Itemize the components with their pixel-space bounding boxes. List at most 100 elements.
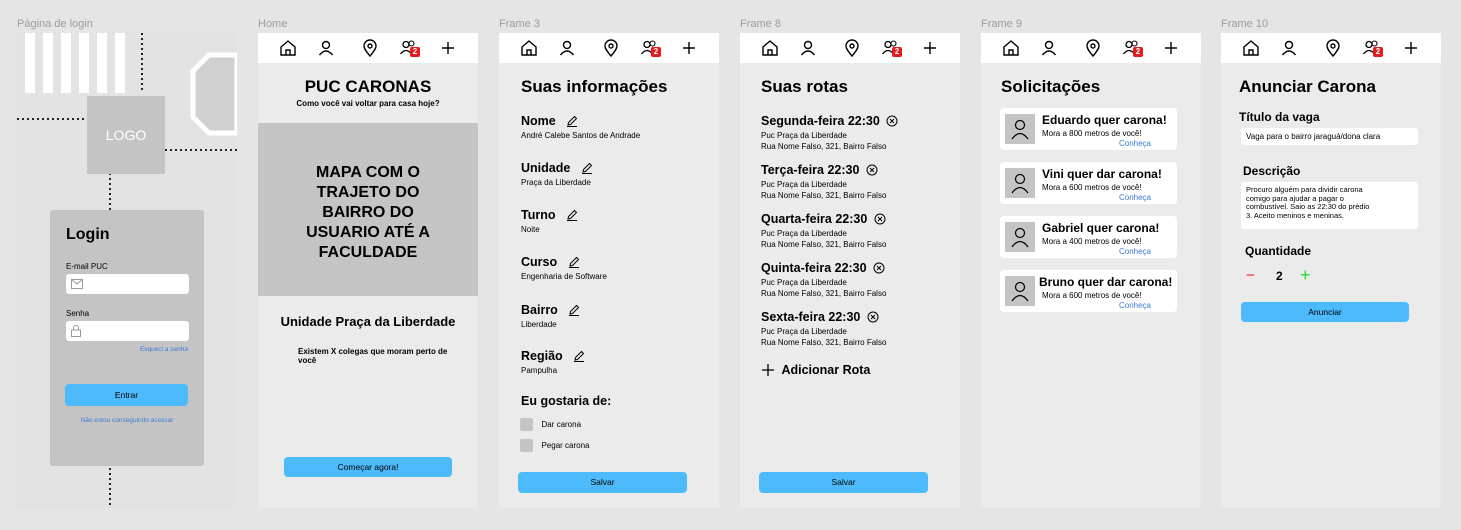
info-field: Unidade Praça da Liberdade	[521, 159, 593, 187]
vaga-input[interactable]: Vaga para o bairro jaraguá/dona clara	[1241, 128, 1418, 145]
user-icon[interactable]	[1039, 38, 1059, 58]
remove-icon[interactable]	[874, 213, 886, 225]
location-icon[interactable]	[601, 38, 621, 58]
user-icon[interactable]	[316, 38, 336, 58]
request-card[interactable]: Bruno quer dar carona! Mora a 600 metros…	[1000, 270, 1177, 312]
frame-label-frame3: Frame 3	[499, 18, 540, 30]
request-link[interactable]: Conheça	[1119, 247, 1151, 256]
remove-icon[interactable]	[886, 115, 898, 127]
user-icon[interactable]	[798, 38, 818, 58]
home-icon[interactable]	[760, 38, 780, 58]
users-icon[interactable]: 2	[1122, 38, 1143, 58]
qty-decrement-button[interactable]: −	[1246, 267, 1255, 284]
announce-frame: 2 Anunciar Carona Título da vaga Vaga pa…	[1221, 33, 1441, 508]
desc-input[interactable]: Procuro alguém para dividir carona comig…	[1241, 182, 1418, 229]
route-day: Segunda-feira 22:30	[761, 113, 880, 128]
user-icon[interactable]	[1279, 38, 1299, 58]
password-field[interactable]	[66, 321, 189, 341]
home-icon[interactable]	[278, 38, 298, 58]
checkbox[interactable]	[520, 418, 533, 432]
remove-icon[interactable]	[873, 262, 885, 274]
plus-icon[interactable]	[1401, 38, 1421, 58]
request-card[interactable]: Eduardo quer carona! Mora a 800 metros d…	[1000, 108, 1177, 150]
frame-label-frame10: Frame 10	[1221, 18, 1269, 30]
checkbox[interactable]	[520, 439, 533, 453]
user-icon	[1011, 227, 1029, 248]
navbar: 2	[258, 33, 478, 63]
users-icon[interactable]: 2	[640, 38, 661, 58]
home-icon[interactable]	[1241, 38, 1261, 58]
location-icon[interactable]	[1083, 38, 1103, 58]
info-field: Nome André Calebe Santos de Andrade	[521, 112, 640, 140]
navbar: 2	[499, 33, 719, 63]
edit-icon[interactable]	[566, 115, 578, 127]
edit-icon[interactable]	[568, 256, 580, 268]
user-icon	[1011, 281, 1029, 302]
request-link[interactable]: Conheça	[1119, 139, 1151, 148]
users-icon[interactable]: 2	[1362, 38, 1383, 58]
location-icon[interactable]	[360, 38, 380, 58]
home-icon[interactable]	[519, 38, 539, 58]
checkbox-row[interactable]: Pegar carona	[520, 437, 589, 455]
edit-icon[interactable]	[581, 162, 593, 174]
save-button[interactable]: Salvar	[759, 472, 928, 493]
forgot-password-link[interactable]: Esqueci a senha	[140, 346, 188, 353]
checkbox-label: Dar carona	[541, 420, 582, 430]
request-name: Vini quer dar carona!	[1042, 167, 1162, 181]
edit-icon[interactable]	[568, 304, 580, 316]
user-icon	[1011, 119, 1029, 140]
checkbox-row[interactable]: Dar carona	[520, 416, 581, 434]
route-origin: Puc Praça da Liberdade	[761, 180, 847, 189]
add-route-button[interactable]: Adicionar Rota	[761, 361, 870, 379]
avatar	[1005, 276, 1035, 306]
users-icon[interactable]: 2	[881, 38, 902, 58]
remove-icon[interactable]	[866, 164, 878, 176]
qty-increment-button[interactable]: +	[1300, 265, 1311, 286]
request-distance: Mora a 600 metros de você!	[1042, 183, 1142, 192]
info-field: Curso Engenharia de Software	[521, 253, 607, 281]
cant-access-link[interactable]: Não estou conseguindo acessar	[50, 417, 204, 424]
plus-icon[interactable]	[1161, 38, 1181, 58]
field-label: Bairro	[521, 303, 558, 317]
mail-icon	[71, 279, 83, 289]
save-button[interactable]: Salvar	[518, 472, 687, 493]
location-icon[interactable]	[842, 38, 862, 58]
request-card[interactable]: Vini quer dar carona! Mora a 600 metros …	[1000, 162, 1177, 204]
route-item: Quarta-feira 22:30 Puc Praça da Liberdad…	[761, 210, 886, 249]
field-label: Nome	[521, 114, 556, 128]
plus-icon[interactable]	[920, 38, 940, 58]
frame-label-home: Home	[258, 18, 288, 30]
field-value: Noite	[521, 225, 540, 234]
location-icon[interactable]	[1323, 38, 1343, 58]
password-label: Senha	[66, 309, 90, 318]
home-icon[interactable]	[1001, 38, 1021, 58]
info-frame: 2 Suas informações Nome André Calebe San…	[499, 33, 719, 508]
remove-icon[interactable]	[867, 311, 879, 323]
map-placeholder: MAPA COM O TRAJETO DO BAIRRO DO USUARIO …	[258, 123, 478, 296]
route-destination: Rua Nome Falso, 321, Bairro Falso	[761, 338, 887, 347]
start-button[interactable]: Começar agora!	[284, 457, 452, 477]
edit-icon[interactable]	[573, 350, 585, 362]
request-card[interactable]: Gabriel quer carona! Mora a 400 metros d…	[1000, 216, 1177, 258]
request-link[interactable]: Conheça	[1119, 193, 1151, 202]
announce-button[interactable]: Anunciar	[1241, 302, 1409, 322]
email-label: E-mail PUC	[66, 262, 108, 271]
lock-icon	[71, 325, 81, 337]
enter-button[interactable]: Entrar	[65, 384, 188, 406]
request-link[interactable]: Conheça	[1119, 301, 1151, 310]
user-icon[interactable]	[557, 38, 577, 58]
email-field[interactable]	[66, 274, 189, 294]
routes-frame: 2 Suas rotas Segunda-feira 22:30 Puc Pra…	[740, 33, 960, 508]
notification-badge: 2	[1373, 47, 1383, 57]
page-title: Solicitações	[1001, 77, 1101, 96]
plus-icon[interactable]	[438, 38, 458, 58]
route-day: Quarta-feira 22:30	[761, 211, 868, 226]
edit-icon[interactable]	[566, 209, 578, 221]
preference-title: Eu gostaria de:	[521, 394, 612, 408]
users-icon[interactable]: 2	[399, 38, 420, 58]
plus-icon[interactable]	[679, 38, 699, 58]
navbar: 2	[740, 33, 960, 63]
avatar	[1005, 222, 1035, 252]
login-card: Login E-mail PUC Senha Esqueci a senha E…	[50, 210, 204, 466]
field-value: Liberdade	[521, 320, 557, 329]
